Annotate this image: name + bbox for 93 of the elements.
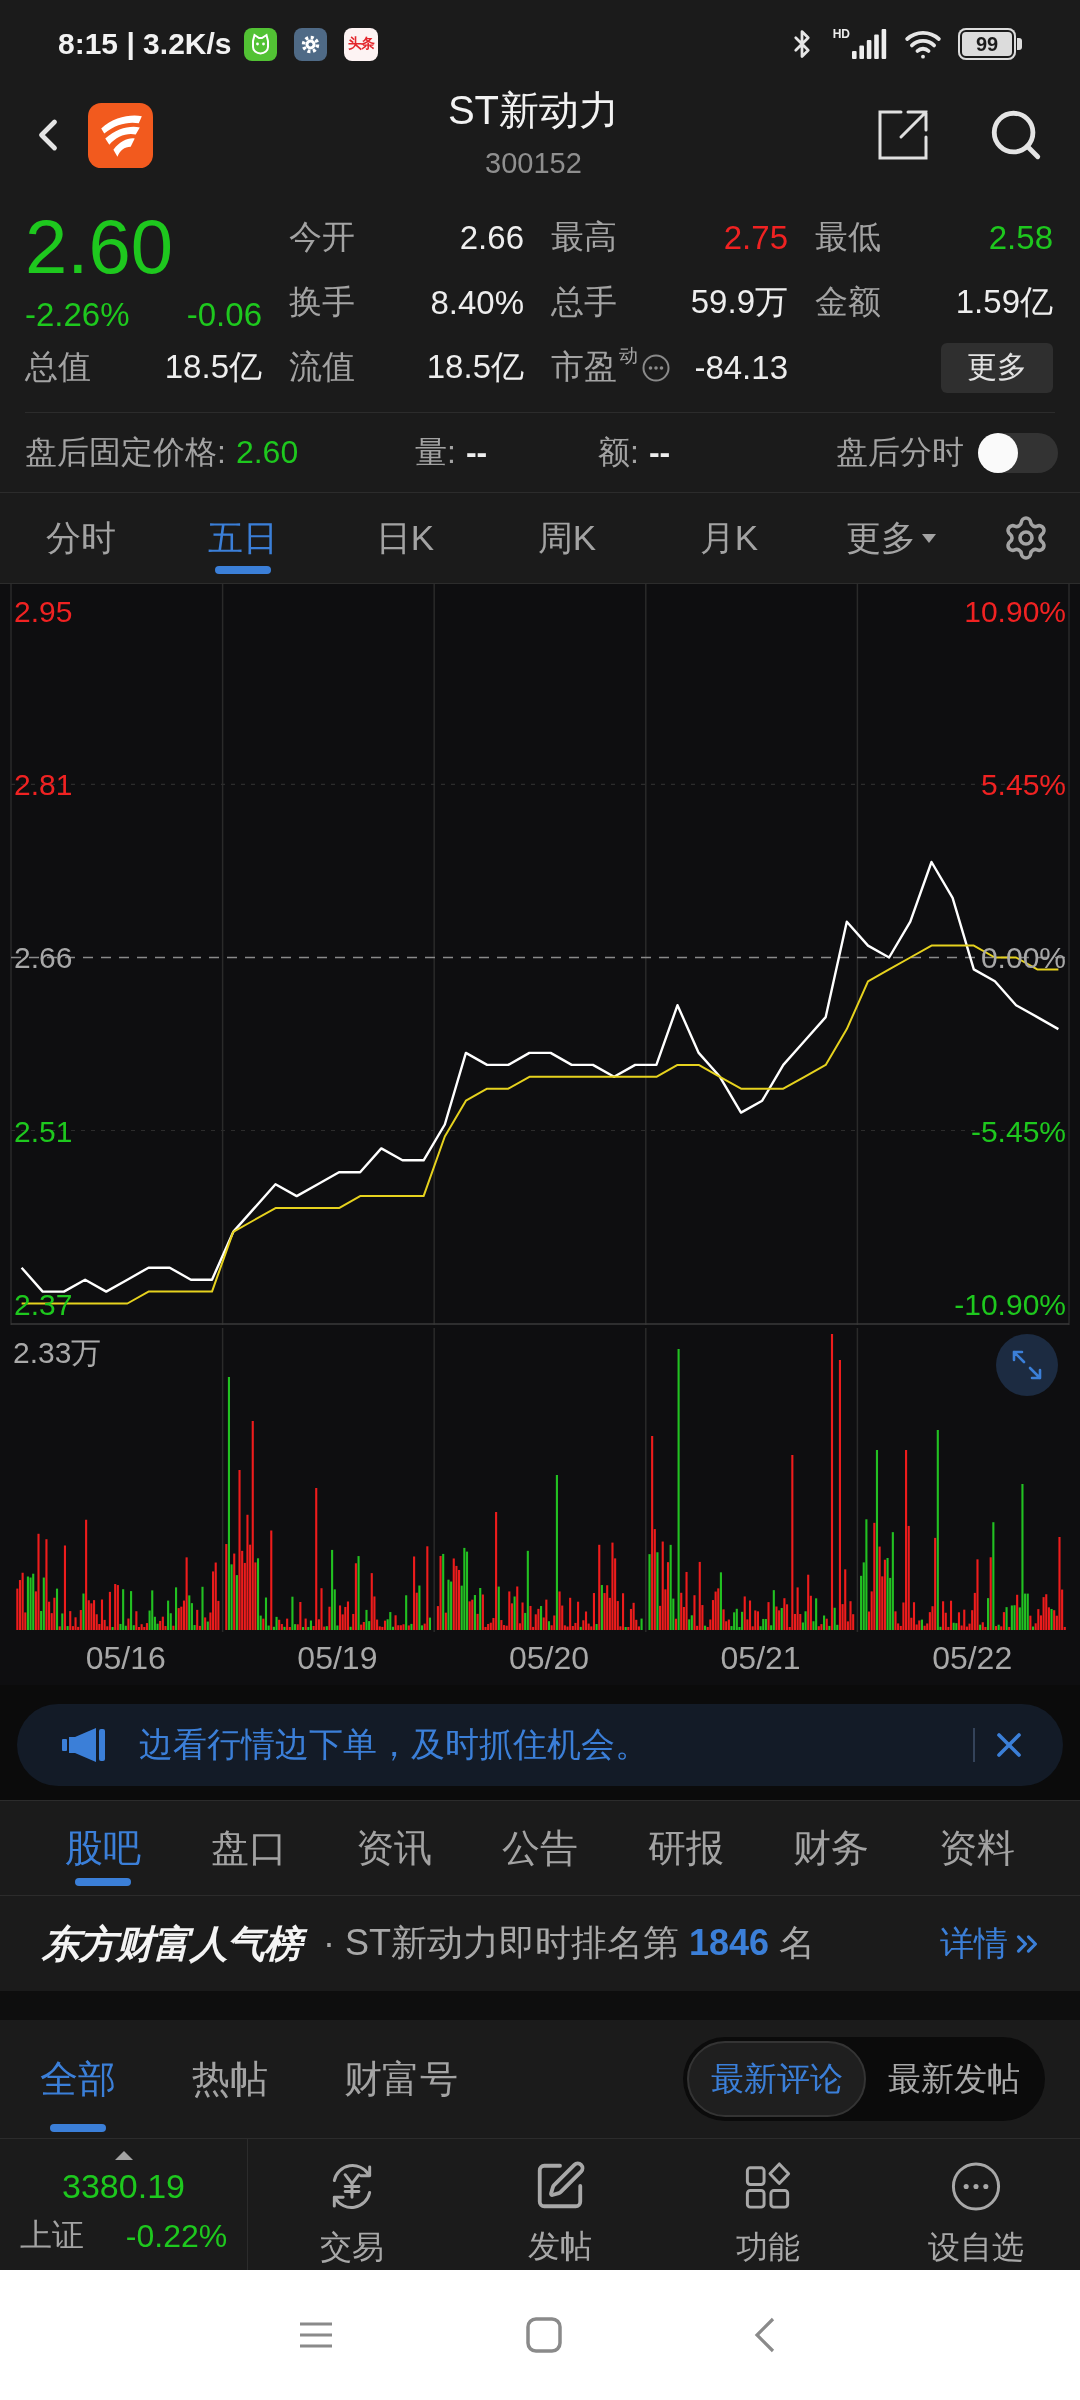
stat-label: 金额 (815, 282, 881, 322)
megaphone-icon (62, 1726, 106, 1764)
index-value: 3380.19 (62, 2166, 185, 2206)
index-name: 上证 (19, 2216, 84, 2255)
percent-axis-label: 10.90% (964, 595, 1066, 629)
date-label: 05/20 (507, 1640, 590, 1677)
section-tab[interactable]: 公告 (467, 1801, 613, 1895)
index-change: -0.22% (125, 2217, 228, 2255)
volume-max-label: 2.33万 (13, 1335, 102, 1371)
section-tab[interactable]: 资讯 (321, 1801, 468, 1895)
stat-value: 8.40% (430, 283, 524, 322)
chart-tab[interactable]: 周K (486, 493, 648, 583)
share-button[interactable] (877, 109, 929, 161)
stat-label: 最低 (815, 217, 881, 257)
ranking-brand: 东方财富人气榜 (38, 1919, 309, 1968)
expand-icon (1012, 1350, 1042, 1380)
share-icon (877, 109, 929, 161)
nav-item[interactable]: 交易 (248, 2139, 456, 2270)
caret-down-icon (922, 533, 936, 543)
signal-label: HD (832, 27, 850, 41)
section-tab[interactable]: 股吧 (30, 1801, 176, 1895)
stat-value: 2.75 (723, 218, 788, 257)
menu-icon (298, 2321, 334, 2349)
stat-value: 2.66 (459, 218, 524, 257)
date-label: 05/19 (296, 1640, 379, 1677)
back-nav-icon (754, 2317, 776, 2353)
volume-label: 量: (415, 432, 456, 472)
stat-label: 总值 (25, 347, 91, 387)
stat-label: 总手 (551, 282, 617, 322)
price-axis-label: 2.95 (14, 595, 73, 629)
gear-app-icon (293, 27, 327, 61)
post-tab[interactable]: 全部 (40, 2020, 116, 2138)
app-logo-icon (88, 102, 153, 168)
volume-value: -- (465, 434, 488, 471)
toggle-switch[interactable] (978, 432, 1058, 473)
last-price: 2.60 (25, 205, 174, 289)
nav-item[interactable]: 功能 (664, 2139, 872, 2270)
post-tab[interactable]: 热帖 (192, 2020, 268, 2138)
stock-code: 300152 (485, 146, 582, 181)
nav-item[interactable]: 设自选 (872, 2139, 1080, 2270)
price-axis-label: 2.51 (14, 1114, 73, 1148)
stat-label: 市盈$^{动}$ (551, 345, 638, 387)
ranking-text: · ST新动力即时排名第 1846 名 (323, 1921, 816, 1965)
after-hours-price: 2.60 (235, 434, 299, 471)
section-tab[interactable]: 资料 (904, 1801, 1050, 1895)
cat-app-icon (243, 27, 277, 61)
stat-value: 18.5亿 (426, 347, 524, 387)
stat-label: 最高 (551, 217, 617, 257)
stat-label: 换手 (289, 282, 355, 322)
date-label: 05/21 (719, 1640, 802, 1677)
chart-tab[interactable]: 日K (324, 493, 486, 583)
amount-value: -- (648, 434, 671, 471)
stat-label: 流值 (289, 347, 355, 387)
news-app-logo: 头条 (343, 27, 378, 61)
stat-value: 59.9万 (690, 282, 788, 322)
home-icon (526, 2317, 562, 2353)
dropdown-tab[interactable]: 更多 (810, 493, 972, 583)
details-link[interactable]: 详情 (940, 1920, 1044, 1967)
chart-tab[interactable]: 五日 (162, 493, 324, 583)
change-amount: -0.06 (186, 295, 262, 335)
banner-text: 边看行情边下单，及时抓住机会。 (139, 1724, 649, 1765)
section-tab[interactable]: 盘口 (175, 1801, 322, 1895)
after-hours-price-label: 盘后固定价格: (25, 432, 226, 472)
more-info-icon (642, 353, 670, 382)
date-label: 05/16 (84, 1640, 167, 1677)
status-time: 8:15 | 3.2K/s (58, 27, 232, 61)
amount-label: 额: (598, 432, 639, 472)
change-percent: -2.26% (25, 295, 130, 335)
sort-option[interactable]: 最新发帖 (866, 2041, 1041, 2117)
battery-indicator: 99 (958, 28, 1022, 60)
nav-item[interactable]: 发帖 (456, 2139, 664, 2270)
chart-tab[interactable]: 月K (648, 493, 810, 583)
stat-label: 今开 (289, 217, 355, 257)
chart-tab[interactable]: 分时 (0, 493, 162, 583)
section-tab[interactable]: 财务 (758, 1801, 905, 1895)
price-axis-label: 2.66 (14, 941, 73, 975)
price-axis-label: 2.81 (14, 768, 73, 802)
stat-value: 18.5亿 (164, 347, 262, 387)
stock-title: ST新动力 (447, 88, 620, 132)
after-hours-chart-label: 盘后分时 (836, 432, 964, 472)
sort-option[interactable]: 最新评论 (687, 2041, 866, 2117)
percent-axis-label: -10.90% (954, 1287, 1066, 1321)
section-tab[interactable]: 研报 (612, 1801, 759, 1895)
stat-value: 1.59亿 (955, 282, 1053, 322)
stat-value: -84.13 (694, 348, 788, 387)
date-label: 05/22 (931, 1640, 1014, 1677)
percent-axis-label: -5.45% (970, 1114, 1066, 1148)
more-button[interactable]: 更多 (941, 342, 1053, 393)
percent-axis-label: 5.45% (980, 768, 1066, 802)
signal-icon (852, 29, 888, 59)
stat-value: 2.58 (988, 218, 1053, 257)
caret-up-icon (114, 2151, 133, 2160)
post-tab[interactable]: 财富号 (344, 2020, 458, 2138)
